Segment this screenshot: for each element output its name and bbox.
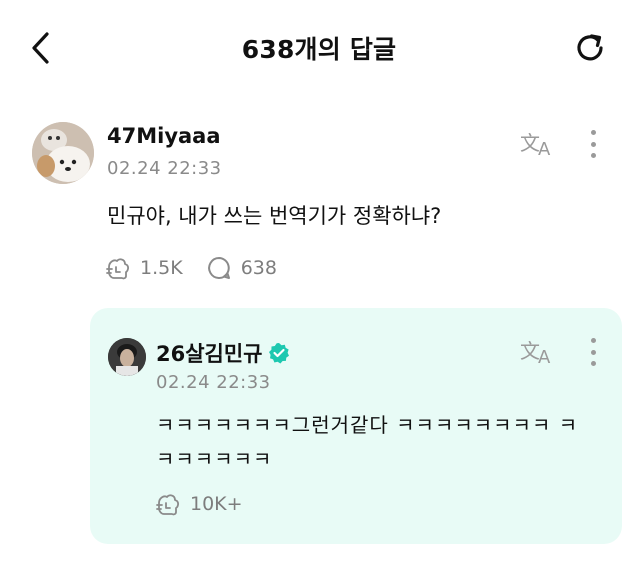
more-vertical-icon[interactable] (584, 334, 602, 370)
svg-text:文: 文 (520, 131, 540, 155)
avatar[interactable] (108, 338, 146, 376)
refresh-button[interactable] (568, 26, 612, 70)
verified-badge-icon (268, 342, 290, 364)
profile-avatar-image (108, 338, 146, 376)
comment-text: 민규야, 내가 쓰는 번역기가 정확하냐? (107, 204, 442, 228)
page-title: 638개의 답글 (241, 35, 397, 64)
reply-item: 26살김민규 02.24 22:33 文 A ㅋㅋㅋㅋㅋㅋㅋ그런거같다 ㅋㅋㅋㅋ… (90, 308, 622, 544)
reply-icon[interactable] (205, 254, 233, 282)
like-count: 10K+ (190, 493, 243, 515)
more-vertical-icon[interactable] (584, 126, 602, 162)
translate-icon: 文 A (520, 131, 551, 160)
comment-actions: 1.5K 638 (104, 254, 299, 282)
dog-avatar-image (32, 122, 94, 184)
reply-username-text: 26살김민규 (156, 342, 263, 366)
reply-timestamp: 02.24 22:33 (156, 372, 271, 393)
reply-count: 638 (240, 257, 277, 279)
comment-item: 47Miyaaa 02.24 22:33 文 A 민규야, 내가 쓰는 번역기가… (0, 110, 638, 300)
avatar[interactable] (32, 122, 94, 184)
translate-button[interactable]: 文 A (518, 336, 558, 368)
reply-username[interactable]: 26살김민규 (156, 338, 290, 368)
like-icon[interactable] (154, 490, 182, 518)
like-icon[interactable] (104, 254, 132, 282)
like-count: 1.5K (140, 257, 183, 279)
translate-button[interactable]: 文 A (518, 128, 558, 160)
header-bar: 638개의 답글 (0, 0, 638, 96)
reply-text: ㅋㅋㅋㅋㅋㅋㅋ그런거같다 ㅋㅋㅋㅋㅋㅋㅋㅋ ㅋㅋㅋㅋㅋㅋㅋ (156, 413, 579, 471)
refresh-icon (577, 34, 603, 61)
svg-text:A: A (538, 139, 551, 160)
reply-actions: 10K+ (154, 490, 265, 518)
translate-icon: 文 A (520, 339, 551, 368)
comment-timestamp: 02.24 22:33 (107, 158, 222, 179)
comment-username[interactable]: 47Miyaaa (107, 124, 221, 148)
svg-text:文: 文 (520, 339, 540, 363)
svg-text:A: A (538, 347, 551, 368)
